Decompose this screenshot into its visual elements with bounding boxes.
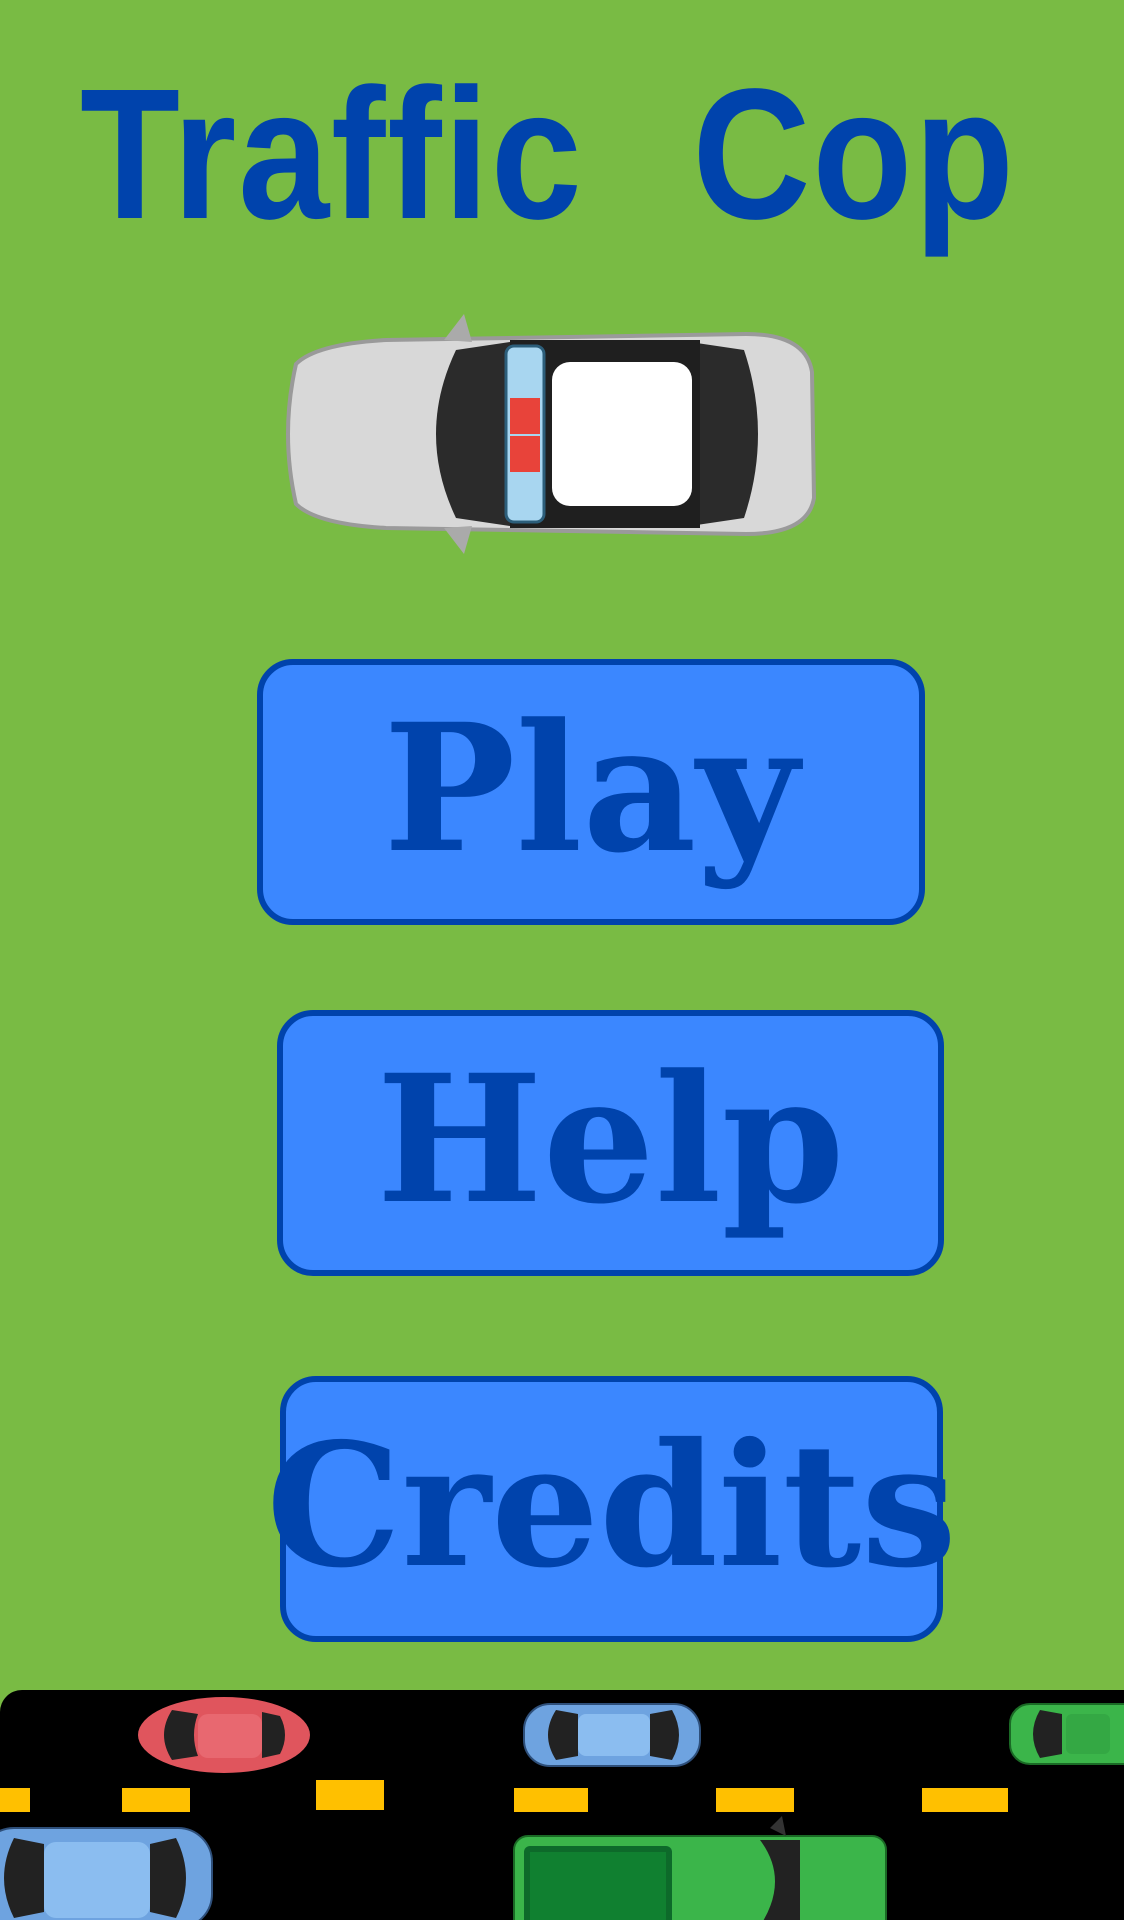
green-truck-icon: [513, 1816, 887, 1920]
credits-button[interactable]: Credits: [266, 1376, 957, 1642]
road-scene: [0, 1697, 1124, 1920]
road: [0, 1690, 1124, 1920]
lane-markings: [0, 1780, 1008, 1812]
help-button-label: Help: [376, 1036, 845, 1243]
green-car-icon: [1009, 1703, 1124, 1765]
blue-car-icon: [0, 1827, 213, 1920]
lane-dash: [716, 1788, 794, 1812]
play-button-label: Play: [383, 685, 799, 892]
play-button[interactable]: Play: [257, 659, 925, 925]
police-car-icon: [286, 314, 817, 554]
lane-dash: [316, 1780, 384, 1810]
blue-car-icon: [523, 1703, 701, 1767]
red-car-icon: [138, 1697, 310, 1773]
game-title: Traffic Cop: [80, 51, 1016, 258]
lane-dash: [922, 1788, 1008, 1812]
help-button[interactable]: Help: [277, 1010, 944, 1276]
credits-button-label: Credits: [266, 1406, 957, 1606]
lane-dash: [122, 1788, 190, 1812]
lane-dash: [514, 1788, 588, 1812]
lane-dash: [0, 1788, 30, 1812]
